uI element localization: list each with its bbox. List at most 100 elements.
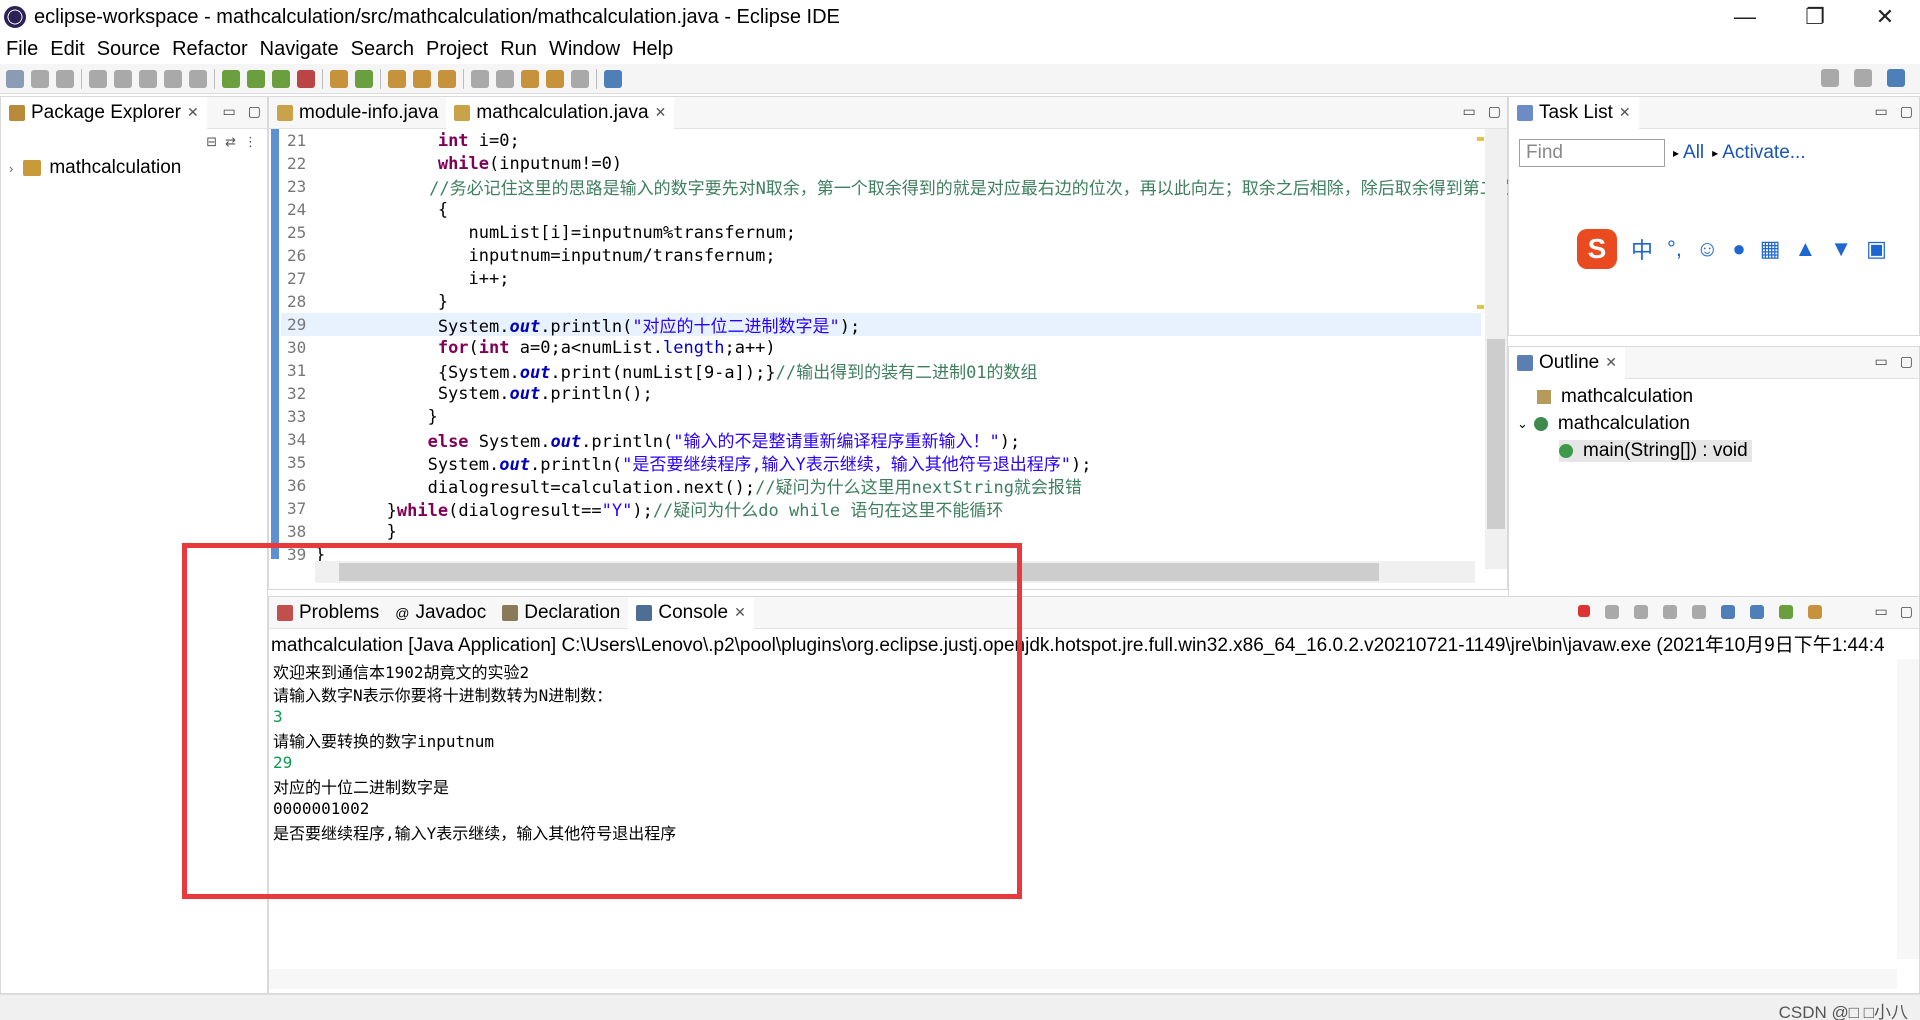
menu-refactor[interactable]: Refactor: [172, 38, 248, 61]
code-line[interactable]: 38 }: [281, 520, 1481, 543]
next-annotation-icon[interactable]: [471, 69, 489, 88]
search-icon[interactable]: [1821, 69, 1839, 87]
forward-icon[interactable]: [571, 69, 589, 88]
coverage-icon[interactable]: [272, 69, 290, 88]
minimize-view-icon[interactable]: ▭: [1463, 103, 1476, 120]
close-icon[interactable]: ✕: [1605, 354, 1617, 371]
code-line[interactable]: 32 System.out.println();: [281, 382, 1481, 405]
code-line[interactable]: 23 //务必记住这里的思路是输入的数字要先对N取余，第一个取余得到的就是对应最…: [281, 175, 1616, 199]
punctuation-icon[interactable]: °,: [1667, 236, 1682, 262]
edit-icon[interactable]: [139, 69, 157, 88]
outline-item-package[interactable]: mathcalculation: [1509, 383, 1919, 410]
menu-file[interactable]: File: [6, 38, 38, 61]
tree-item-project[interactable]: › mathcalculation: [1, 155, 267, 181]
minimize-view-icon[interactable]: ▭: [223, 103, 236, 120]
prev-annotation-icon[interactable]: [496, 69, 514, 88]
maximize-view-icon[interactable]: ▢: [1488, 103, 1501, 120]
close-icon[interactable]: ✕: [655, 104, 667, 121]
chevron-right-icon[interactable]: ›: [9, 161, 13, 176]
minimize-view-icon[interactable]: ▭: [1875, 103, 1888, 120]
user-icon[interactable]: ▲: [1795, 236, 1817, 262]
ime-chinese-mode[interactable]: 中: [1631, 233, 1653, 265]
keyboard-icon[interactable]: ▦: [1760, 236, 1781, 262]
minimize-view-icon[interactable]: ▭: [1875, 603, 1888, 620]
code-line[interactable]: 34 else System.out.println("输入的不是整请重新编译程…: [281, 428, 1481, 452]
code-line[interactable]: 30 for(int a=0;a<numList.length;a++): [281, 336, 1481, 359]
scroll-lock-icon[interactable]: [1663, 605, 1677, 619]
code-line[interactable]: 31 {System.out.print(numList[9-a]);}//输出…: [281, 359, 1481, 383]
pin-editor-icon[interactable]: [604, 69, 622, 88]
emoji-icon[interactable]: ☺: [1696, 236, 1718, 262]
back-icon[interactable]: [546, 69, 564, 88]
console-horizontal-scrollbar[interactable]: [269, 969, 1897, 989]
java-perspective-icon[interactable]: [1887, 69, 1905, 87]
sogou-logo-icon[interactable]: S: [1577, 229, 1617, 269]
all-link[interactable]: All: [1683, 142, 1704, 164]
maximize-view-icon[interactable]: ▢: [248, 103, 261, 120]
tab-package-explorer[interactable]: Package Explorer ✕: [1, 96, 207, 129]
menu-run[interactable]: Run: [500, 38, 537, 61]
code-line[interactable]: 26 inputnum=inputnum/transfernum;: [281, 244, 1481, 267]
warning-marker[interactable]: [1477, 305, 1484, 309]
menu-navigate[interactable]: Navigate: [260, 38, 339, 61]
code-editor[interactable]: 21 int i=0; 22 while(inputnum!=0) 23 //务必记…: [269, 129, 1616, 589]
save-all-icon[interactable]: [56, 69, 74, 88]
open-type-icon[interactable]: [388, 69, 406, 88]
open-task-icon[interactable]: [413, 69, 431, 88]
paragraph-icon[interactable]: [189, 69, 207, 88]
maximize-view-icon[interactable]: ▢: [1900, 603, 1913, 620]
activate-link[interactable]: Activate...: [1722, 142, 1805, 164]
debug-icon[interactable]: [222, 69, 240, 88]
chevron-down-icon[interactable]: ⌄: [1517, 416, 1528, 432]
remove-launch-icon[interactable]: [1605, 605, 1619, 619]
collapse-all-icon[interactable]: ⊟: [206, 134, 217, 150]
code-line[interactable]: 37 }while(dialogresult=="Y");//疑问为什么do w…: [281, 497, 1481, 521]
code-line[interactable]: 22 while(inputnum!=0): [281, 152, 1481, 175]
skin-icon[interactable]: ▼: [1830, 236, 1852, 262]
pin-console-icon[interactable]: [1750, 605, 1764, 619]
tab-module-info[interactable]: module-info.java: [269, 97, 446, 129]
overview-ruler[interactable]: [1475, 129, 1485, 569]
code-line[interactable]: 29 System.out.println("对应的十位二进制数字是");: [281, 313, 1481, 337]
link-editor-icon[interactable]: ⇄: [225, 134, 236, 150]
outline-item-method[interactable]: main(String[]) : void: [1509, 437, 1919, 464]
toggle-mark-icon[interactable]: [89, 69, 107, 88]
code-line[interactable]: 25 numList[i]=inputnum%transfernum;: [281, 221, 1481, 244]
show-console-icon[interactable]: [1721, 605, 1735, 619]
run-icon[interactable]: [247, 69, 265, 88]
console-vertical-scrollbar[interactable]: [1897, 659, 1919, 959]
external-tools-icon[interactable]: [297, 69, 315, 88]
code-line[interactable]: 36 dialogresult=calculation.next();//疑问为…: [281, 474, 1481, 498]
minimize-button[interactable]: —: [1710, 0, 1780, 34]
code-line[interactable]: 33 }: [281, 405, 1481, 428]
block-icon[interactable]: [164, 69, 182, 88]
tab-task-list[interactable]: Task List ✕: [1509, 96, 1639, 129]
open-perspective-icon[interactable]: [1854, 69, 1872, 87]
save-icon[interactable]: [31, 69, 49, 88]
remove-all-icon[interactable]: [1634, 605, 1648, 619]
open-console-icon[interactable]: [1808, 605, 1822, 619]
editor-vertical-scrollbar[interactable]: [1485, 129, 1507, 569]
new-class-icon[interactable]: [355, 69, 373, 88]
maximize-view-icon[interactable]: ▢: [1900, 353, 1913, 370]
scroll-thumb[interactable]: [1487, 339, 1505, 529]
toolbox-icon[interactable]: ▣: [1866, 236, 1887, 262]
close-icon[interactable]: ✕: [187, 104, 199, 121]
menu-search[interactable]: Search: [351, 38, 414, 61]
new-icon[interactable]: [6, 69, 24, 88]
menu-help[interactable]: Help: [632, 38, 673, 61]
code-line[interactable]: 27 i++;: [281, 267, 1481, 290]
maximize-view-icon[interactable]: ▢: [1900, 103, 1913, 120]
outline-item-class[interactable]: ⌄ mathcalculation: [1509, 410, 1919, 437]
code-line[interactable]: 21 int i=0;: [281, 129, 1481, 152]
menu-project[interactable]: Project: [426, 38, 488, 61]
display-console-icon[interactable]: [1779, 605, 1793, 619]
view-menu-icon[interactable]: ⋮: [244, 134, 257, 150]
terminate-icon[interactable]: [1578, 605, 1590, 617]
restore-button[interactable]: ❐: [1780, 0, 1850, 34]
pin-icon[interactable]: [114, 69, 132, 88]
search-tool-icon[interactable]: [438, 69, 456, 88]
selected-method[interactable]: main(String[]) : void: [1559, 439, 1752, 462]
tab-mathcalculation[interactable]: mathcalculation.java ✕: [446, 96, 675, 129]
close-icon[interactable]: ✕: [1619, 104, 1631, 121]
